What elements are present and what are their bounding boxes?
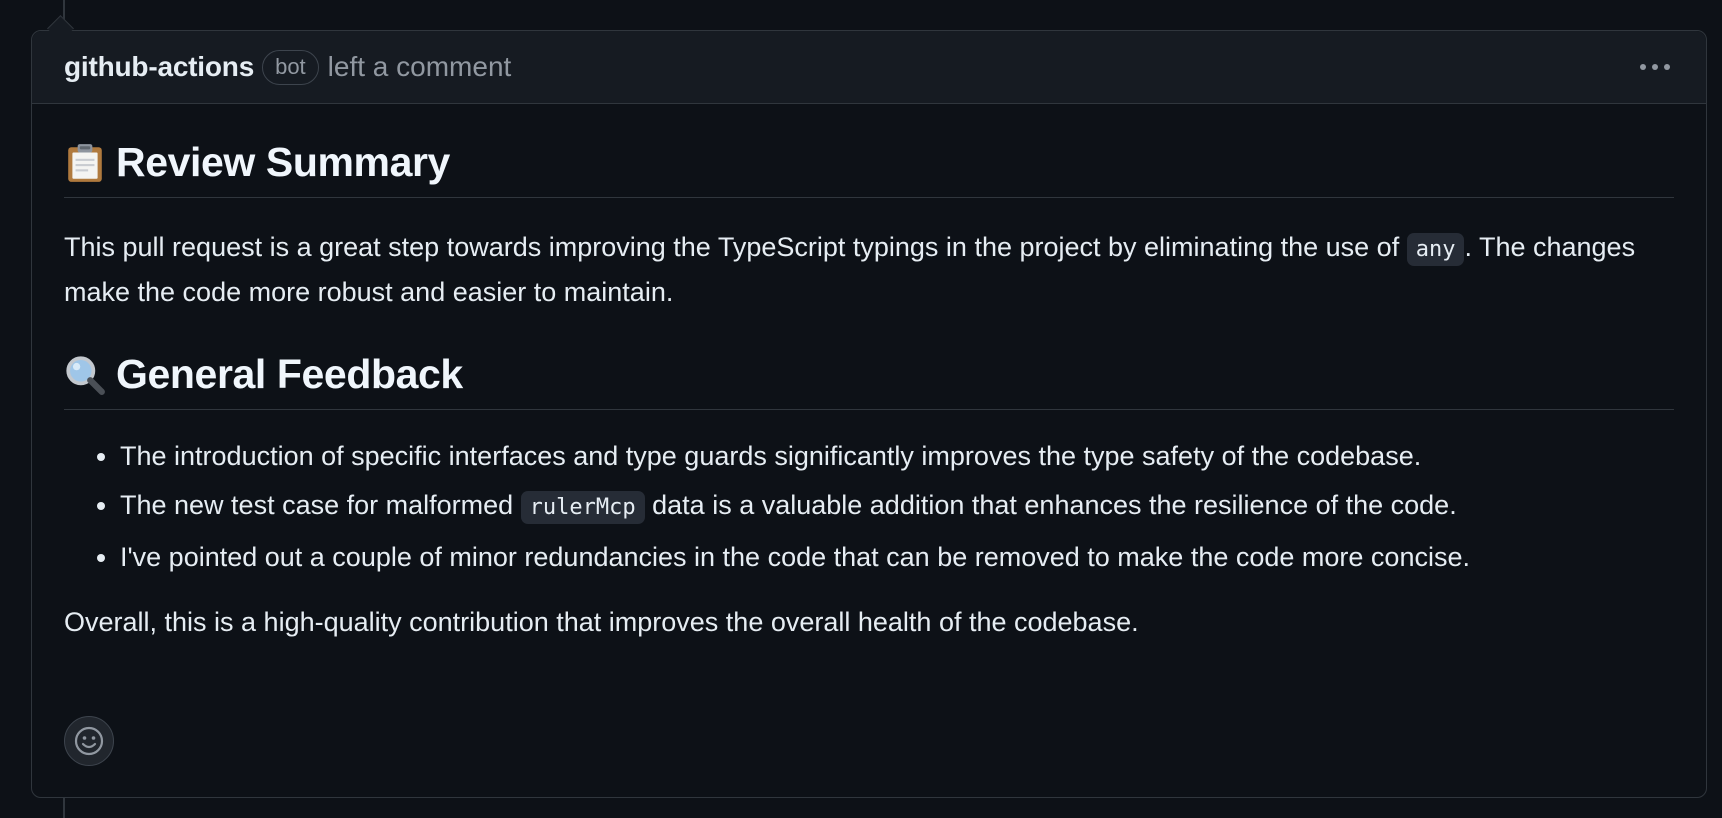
comment-body: Review Summary This pull request is a gr…	[64, 104, 1674, 643]
feedback-item: The introduction of specific interfaces …	[120, 435, 1674, 477]
intro-paragraph: This pull request is a great step toward…	[64, 226, 1674, 313]
intro-text-start: This pull request is a great step toward…	[64, 232, 1407, 262]
review-summary-heading: Review Summary	[64, 139, 1674, 198]
add-reaction-button[interactable]	[64, 716, 114, 766]
inline-code-rulermcp: rulerMcp	[520, 491, 645, 524]
general-feedback-heading: General Feedback	[64, 351, 1674, 410]
feedback-item-text-start: The new test case for malformed	[120, 490, 521, 520]
magnifying-glass-icon	[66, 355, 105, 395]
review-summary-heading-text: Review Summary	[116, 139, 450, 185]
feedback-item: The new test case for malformed rulerMcp…	[120, 484, 1674, 529]
comment-header: github-actions bot left a comment	[32, 31, 1706, 104]
feedback-list: The introduction of specific interfaces …	[64, 435, 1674, 578]
kebab-horizontal-icon[interactable]	[1636, 58, 1674, 76]
general-feedback-heading-text: General Feedback	[116, 351, 463, 397]
feedback-item-text: The introduction of specific interfaces …	[120, 441, 1422, 471]
smiley-icon	[74, 726, 104, 756]
inline-code-any: any	[1406, 233, 1465, 266]
feedback-item: I've pointed out a couple of minor redun…	[120, 536, 1674, 578]
comment-action-text: left a comment	[327, 51, 512, 82]
feedback-item-text-end: data is a valuable addition that enhance…	[644, 490, 1457, 520]
author-link[interactable]: github-actions	[64, 51, 254, 83]
comment-card: github-actions bot left a comment Review…	[31, 30, 1707, 798]
overall-paragraph: Overall, this is a high-quality contribu…	[64, 607, 1139, 637]
bot-badge: bot	[262, 49, 319, 85]
clipboard-icon	[68, 143, 102, 182]
feedback-item-text: I've pointed out a couple of minor redun…	[120, 542, 1470, 572]
